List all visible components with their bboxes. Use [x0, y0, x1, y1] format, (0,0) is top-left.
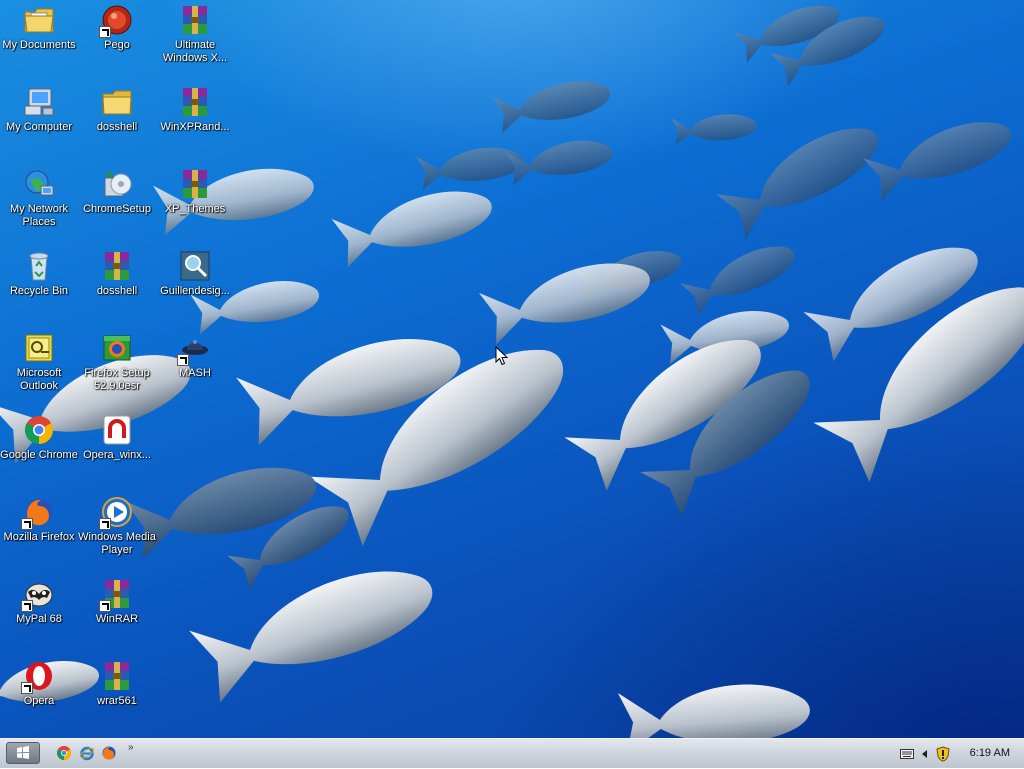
mouse-pointer-icon — [495, 346, 509, 366]
desktop-icon-guillendesig[interactable]: Guillendesig... — [156, 248, 234, 298]
desktop-icon-label: Google Chrome — [0, 449, 78, 461]
desktop-icon-label: wrar561 — [97, 695, 137, 707]
desktop-icon-label: Pego — [104, 39, 130, 51]
desktop-icon-winxprand[interactable]: WinXPRand... — [156, 84, 234, 134]
my-network-places-icon — [23, 168, 55, 200]
desktop-icon-label: dosshell — [96, 285, 138, 297]
desktop-icon-recycle-bin[interactable]: Recycle Bin — [0, 248, 78, 298]
desktop-icon-mypal-68[interactable]: MyPal 68 — [0, 576, 78, 626]
shortcut-arrow-icon — [99, 26, 111, 38]
quicklaunch-internet-explorer[interactable] — [79, 745, 97, 763]
start-button[interactable] — [6, 742, 40, 764]
desktop-icon-label: Guillendesig... — [160, 285, 230, 297]
my-documents-icon — [23, 4, 55, 36]
desktop-icon-label: WinXPRand... — [160, 121, 230, 133]
firefox-icon — [102, 746, 116, 760]
taskbar-clock[interactable]: 6:19 AM — [970, 747, 1010, 759]
outlook-icon — [23, 332, 55, 364]
desktop-icon-label: Mozilla Firefox — [3, 531, 75, 543]
desktop-icon-label: Microsoft Outlook — [16, 367, 62, 392]
keyboard-icon[interactable] — [900, 748, 914, 760]
quicklaunch-firefox[interactable] — [101, 745, 119, 763]
opera-icon — [21, 660, 55, 694]
desktop-icon-firefox-setup[interactable]: Firefox Setup 52.9.0esr — [78, 330, 156, 393]
winrar-archive-icon — [179, 86, 211, 118]
desktop-icon-label: My Documents — [2, 39, 76, 51]
desktop-icon-mash[interactable]: MASH — [156, 330, 234, 380]
mypal-icon — [21, 578, 55, 612]
internet-explorer-icon — [79, 746, 95, 761]
desktop-icon-label: My Network Places — [9, 203, 69, 228]
desktop[interactable]: My Documents My Computer My Network Plac… — [0, 0, 1024, 738]
media-player-icon — [99, 496, 133, 530]
desktop-icon-mozilla-firefox[interactable]: Mozilla Firefox — [0, 494, 78, 544]
image-viewer-icon — [179, 250, 211, 282]
mash-icon — [177, 332, 211, 366]
desktop-icon-my-network-places[interactable]: My Network Places — [0, 166, 78, 229]
chrome-icon — [23, 414, 55, 446]
windows-logo-icon — [17, 746, 29, 759]
quicklaunch-chrome[interactable] — [56, 745, 74, 763]
desktop-icon-label: Windows Media Player — [78, 531, 156, 556]
desktop-icon-label: Firefox Setup 52.9.0esr — [84, 367, 150, 392]
chrome-setup-icon — [101, 168, 133, 200]
chrome-icon — [57, 746, 71, 760]
desktop-icon-windows-media-player[interactable]: Windows Media Player — [78, 494, 156, 557]
desktop-icon-dosshell-folder[interactable]: dosshell — [78, 84, 156, 134]
desktop-icon-microsoft-outlook[interactable]: Microsoft Outlook — [0, 330, 78, 393]
taskbar: » 6:19 AM — [0, 738, 1024, 768]
desktop-icon-my-computer[interactable]: My Computer — [0, 84, 78, 134]
winrar-icon — [99, 578, 133, 612]
opera-installer-icon — [101, 414, 133, 446]
desktop-icon-xp-themes[interactable]: XP_Themes — [156, 166, 234, 216]
desktop-icon-pego[interactable]: Pego — [78, 2, 156, 52]
desktop-icon-label: ChromeSetup — [83, 203, 151, 215]
winrar-archive-icon — [101, 250, 133, 282]
pego-icon — [99, 4, 133, 38]
desktop-icon-label: My Computer — [5, 121, 73, 133]
shortcut-arrow-icon — [21, 518, 33, 530]
desktop-icon-opera[interactable]: Opera — [0, 658, 78, 708]
desktop-icon-opera-installer[interactable]: Opera_winx... — [78, 412, 156, 462]
folder-icon — [101, 86, 133, 118]
winrar-archive-icon — [179, 168, 211, 200]
winrar-archive-icon — [179, 4, 211, 36]
desktop-icon-label: MASH — [179, 367, 211, 379]
desktop-icon-label: Opera — [23, 695, 55, 707]
desktop-icon-winrar[interactable]: WinRAR — [78, 576, 156, 626]
desktop-icon-ultimate-windows-x[interactable]: Ultimate Windows X... — [156, 2, 234, 65]
my-computer-icon — [23, 86, 55, 118]
desktop-icon-label: WinRAR — [95, 613, 139, 625]
security-shield-icon[interactable] — [936, 746, 950, 762]
shortcut-arrow-icon — [21, 682, 33, 694]
desktop-icon-google-chrome[interactable]: Google Chrome — [0, 412, 78, 462]
desktop-icon-wrar561[interactable]: wrar561 — [78, 658, 156, 708]
shortcut-arrow-icon — [99, 600, 111, 612]
shortcut-arrow-icon — [21, 600, 33, 612]
desktop-icon-label: XP_Themes — [164, 203, 226, 215]
desktop-icon-label: dosshell — [96, 121, 138, 133]
desktop-icon-label: Opera_winx... — [83, 449, 151, 461]
firefox-setup-icon — [101, 332, 133, 364]
shortcut-arrow-icon — [177, 354, 189, 366]
desktop-icon-chromesetup[interactable]: ChromeSetup — [78, 166, 156, 216]
desktop-icon-label: MyPal 68 — [16, 613, 62, 625]
desktop-icon-my-documents[interactable]: My Documents — [0, 2, 78, 52]
quicklaunch-overflow-button[interactable]: » — [128, 742, 134, 753]
shortcut-arrow-icon — [99, 518, 111, 530]
system-tray: 6:19 AM — [894, 739, 1024, 769]
winrar-archive-icon — [101, 660, 133, 692]
firefox-icon — [21, 496, 55, 530]
recycle-bin-icon — [23, 250, 55, 282]
desktop-icon-dosshell-archive[interactable]: dosshell — [78, 248, 156, 298]
show-hidden-arrow-icon[interactable] — [920, 749, 928, 759]
desktop-icon-label: Recycle Bin — [9, 285, 69, 297]
desktop-icon-label: Ultimate Windows X... — [162, 39, 228, 64]
